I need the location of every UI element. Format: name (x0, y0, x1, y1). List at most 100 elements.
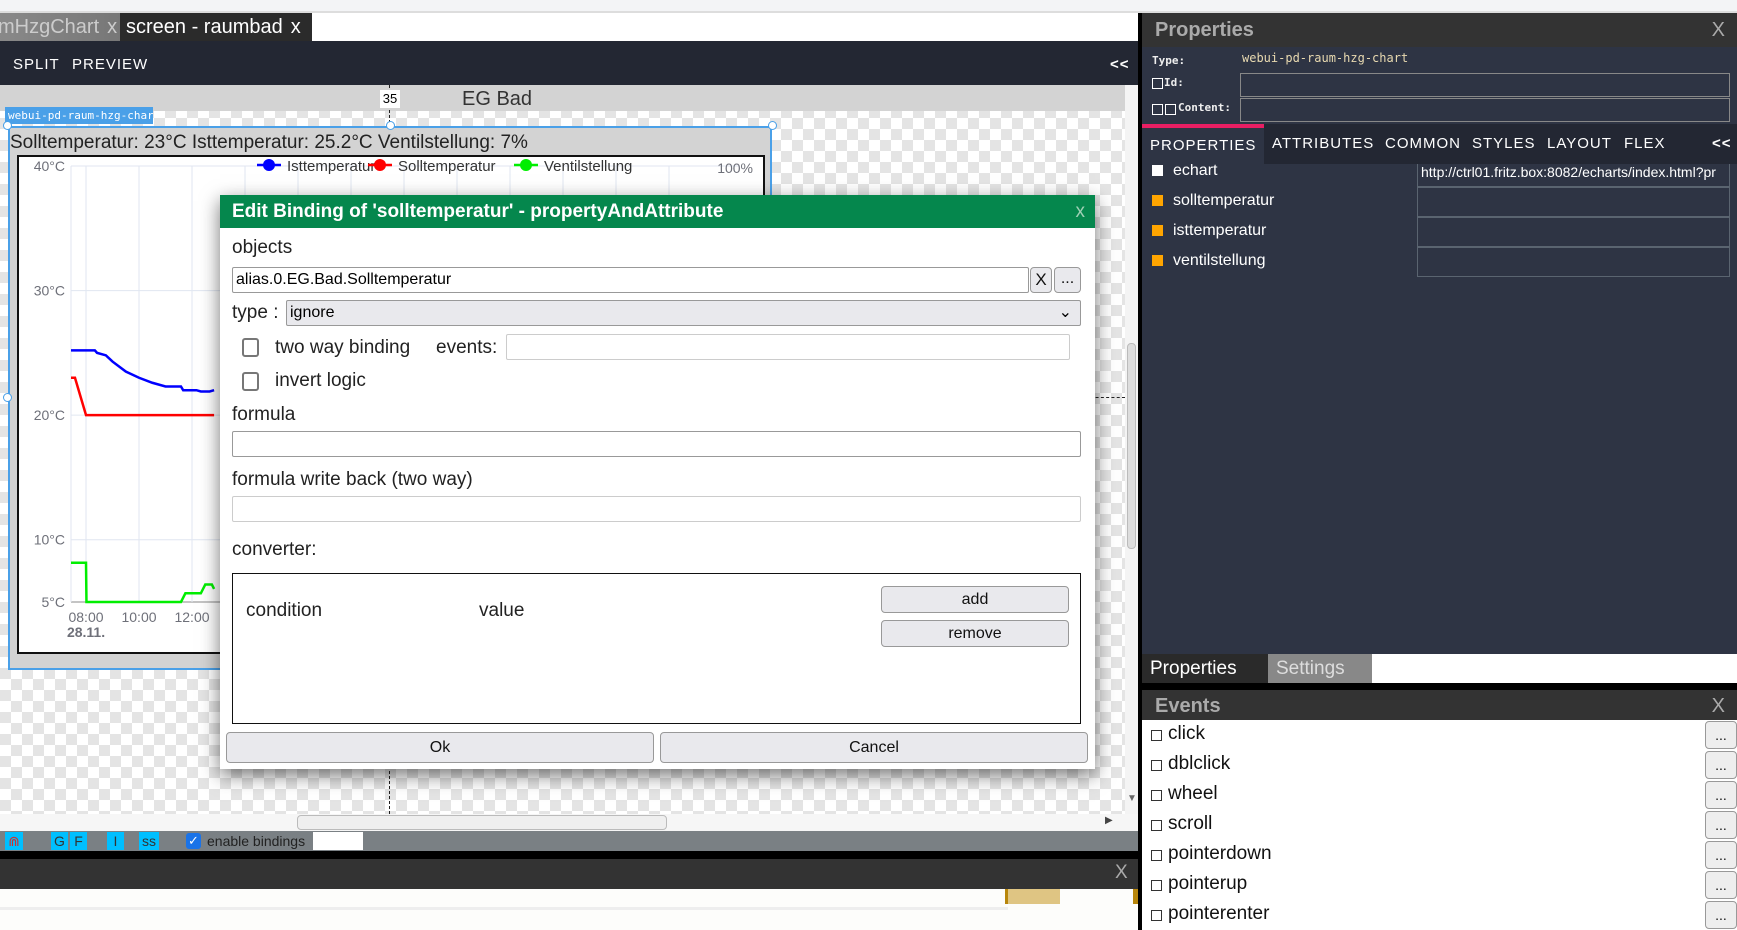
binding-indicator-icon[interactable] (1152, 165, 1163, 176)
scroll-down-arrow-icon[interactable]: ▼ (1127, 793, 1137, 804)
divider (0, 907, 1008, 910)
tab-properties[interactable]: PROPERTIES (1142, 124, 1264, 164)
info-toggle-button[interactable]: I (107, 832, 124, 850)
tab-close-button[interactable]: x (291, 16, 301, 38)
resize-handle[interactable] (768, 121, 777, 130)
vertical-scrollbar[interactable]: ▼ (1125, 85, 1138, 814)
tab-common[interactable]: COMMON (1385, 124, 1461, 164)
event-checkbox[interactable] (1151, 730, 1162, 741)
dialog-close-button[interactable]: x (1076, 195, 1086, 228)
property-value-input[interactable] (1417, 187, 1730, 217)
collapse-button[interactable]: << (1110, 56, 1130, 73)
event-checkbox[interactable] (1151, 910, 1162, 921)
y-tick-label: 10°C (34, 532, 65, 548)
event-row: dblclick... (1142, 750, 1737, 780)
events-header: Events X (1142, 690, 1737, 720)
enable-bindings-checkbox[interactable]: ✓ (186, 833, 201, 849)
content-checkbox[interactable] (1152, 104, 1163, 115)
invert-logic-checkbox[interactable] (242, 372, 259, 391)
edit-event-button[interactable]: ... (1705, 781, 1737, 809)
resize-handle[interactable] (386, 121, 395, 130)
binding-indicator-icon[interactable] (1152, 255, 1163, 266)
ss-toggle-button[interactable]: ss (139, 832, 159, 850)
events-close-button[interactable]: X (1712, 695, 1725, 718)
events-title: Events (1155, 695, 1221, 717)
property-value-input[interactable] (1417, 247, 1730, 277)
property-name: solltemperatur (1173, 192, 1275, 209)
event-checkbox[interactable] (1151, 850, 1162, 861)
resize-handle[interactable] (3, 121, 12, 130)
grid-toggle-button[interactable]: G (51, 832, 68, 850)
status-input[interactable] (313, 832, 363, 850)
event-checkbox[interactable] (1151, 790, 1162, 801)
tab-properties-panel[interactable]: Properties (1142, 654, 1268, 683)
invert-logic-label: invert logic (275, 370, 366, 391)
edit-event-button[interactable]: ... (1705, 811, 1737, 839)
edit-event-button[interactable]: ... (1705, 751, 1737, 779)
event-row: pointerup... (1142, 870, 1737, 900)
magnet-icon[interactable]: ⋒ (5, 832, 23, 850)
scroll-right-arrow-icon[interactable]: ▶ (1105, 815, 1113, 826)
tab-styles[interactable]: STYLES (1472, 124, 1536, 164)
browser-top-strip (0, 0, 1737, 13)
formula-label: formula (232, 404, 296, 425)
property-name: ventilstellung (1173, 252, 1266, 269)
timeline-block (1005, 889, 1060, 904)
horizontal-scrollbar[interactable]: ▶ (0, 814, 1138, 831)
binding-indicator-icon[interactable] (1152, 195, 1163, 206)
content-checkbox-2[interactable] (1165, 104, 1176, 115)
events-input[interactable] (506, 334, 1070, 360)
resize-handle[interactable] (3, 393, 12, 402)
preview-button[interactable]: PREVIEW (72, 56, 148, 73)
event-name: scroll (1168, 813, 1213, 834)
formula-write-back-input[interactable] (232, 496, 1081, 522)
events-label: events: (436, 337, 498, 358)
content-input[interactable] (1240, 98, 1730, 122)
scroll-thumb[interactable] (297, 815, 667, 830)
event-checkbox[interactable] (1151, 880, 1162, 891)
cancel-button[interactable]: Cancel (660, 732, 1088, 763)
tab-settings-panel[interactable]: Settings (1268, 654, 1372, 683)
collapse-button[interactable]: << (1712, 124, 1732, 164)
tab-layout[interactable]: LAYOUT (1547, 124, 1612, 164)
clear-objects-button[interactable]: X (1030, 267, 1052, 293)
property-row-solltemperatur: solltemperatur (1152, 192, 1274, 210)
tab-hzg-chart[interactable]: mHzgChart x (0, 13, 120, 41)
objects-input[interactable]: alias.0.EG.Bad.Solltemperatur (232, 267, 1029, 293)
edit-event-button[interactable]: ... (1705, 871, 1737, 899)
screen-header-band (0, 85, 1125, 111)
event-row: wheel... (1142, 780, 1737, 810)
two-way-binding-checkbox[interactable] (242, 338, 259, 357)
y-tick-label: 30°C (34, 283, 65, 299)
flex-toggle-button[interactable]: F (70, 832, 87, 850)
remove-converter-button[interactable]: remove (881, 620, 1069, 647)
event-name: pointerup (1168, 873, 1248, 894)
x-date-label: 28.11. (67, 624, 105, 640)
tab-attributes[interactable]: ATTRIBUTES (1272, 124, 1374, 164)
properties-title: Properties (1155, 19, 1254, 41)
id-checkbox[interactable] (1152, 78, 1163, 89)
formula-input[interactable] (232, 431, 1081, 457)
bottom-panel-close-button[interactable]: X (1115, 862, 1128, 884)
tab-screen-raumbad[interactable]: screen - raumbad x (120, 13, 312, 41)
type-select[interactable]: ignore ⌄ (286, 300, 1081, 326)
scroll-thumb[interactable] (1127, 343, 1136, 549)
browse-objects-button[interactable]: ... (1054, 267, 1081, 293)
add-converter-button[interactable]: add (881, 586, 1069, 613)
event-checkbox[interactable] (1151, 760, 1162, 771)
edit-event-button[interactable]: ... (1705, 721, 1737, 749)
tab-flex[interactable]: FLEX (1624, 124, 1666, 164)
id-input[interactable] (1240, 73, 1730, 97)
property-value-input[interactable] (1417, 217, 1730, 247)
ok-button[interactable]: Ok (226, 732, 654, 763)
binding-indicator-icon[interactable] (1152, 225, 1163, 236)
split-button[interactable]: SPLIT (13, 56, 60, 73)
properties-close-button[interactable]: X (1712, 19, 1725, 42)
edit-event-button[interactable]: ... (1705, 841, 1737, 869)
tab-label: mHzgChart (0, 16, 100, 38)
tab-close-button[interactable]: x (107, 16, 117, 38)
edit-event-button[interactable]: ... (1705, 901, 1737, 929)
event-checkbox[interactable] (1151, 820, 1162, 831)
event-name: pointerenter (1168, 903, 1270, 924)
bottom-panel-content (0, 889, 1138, 930)
